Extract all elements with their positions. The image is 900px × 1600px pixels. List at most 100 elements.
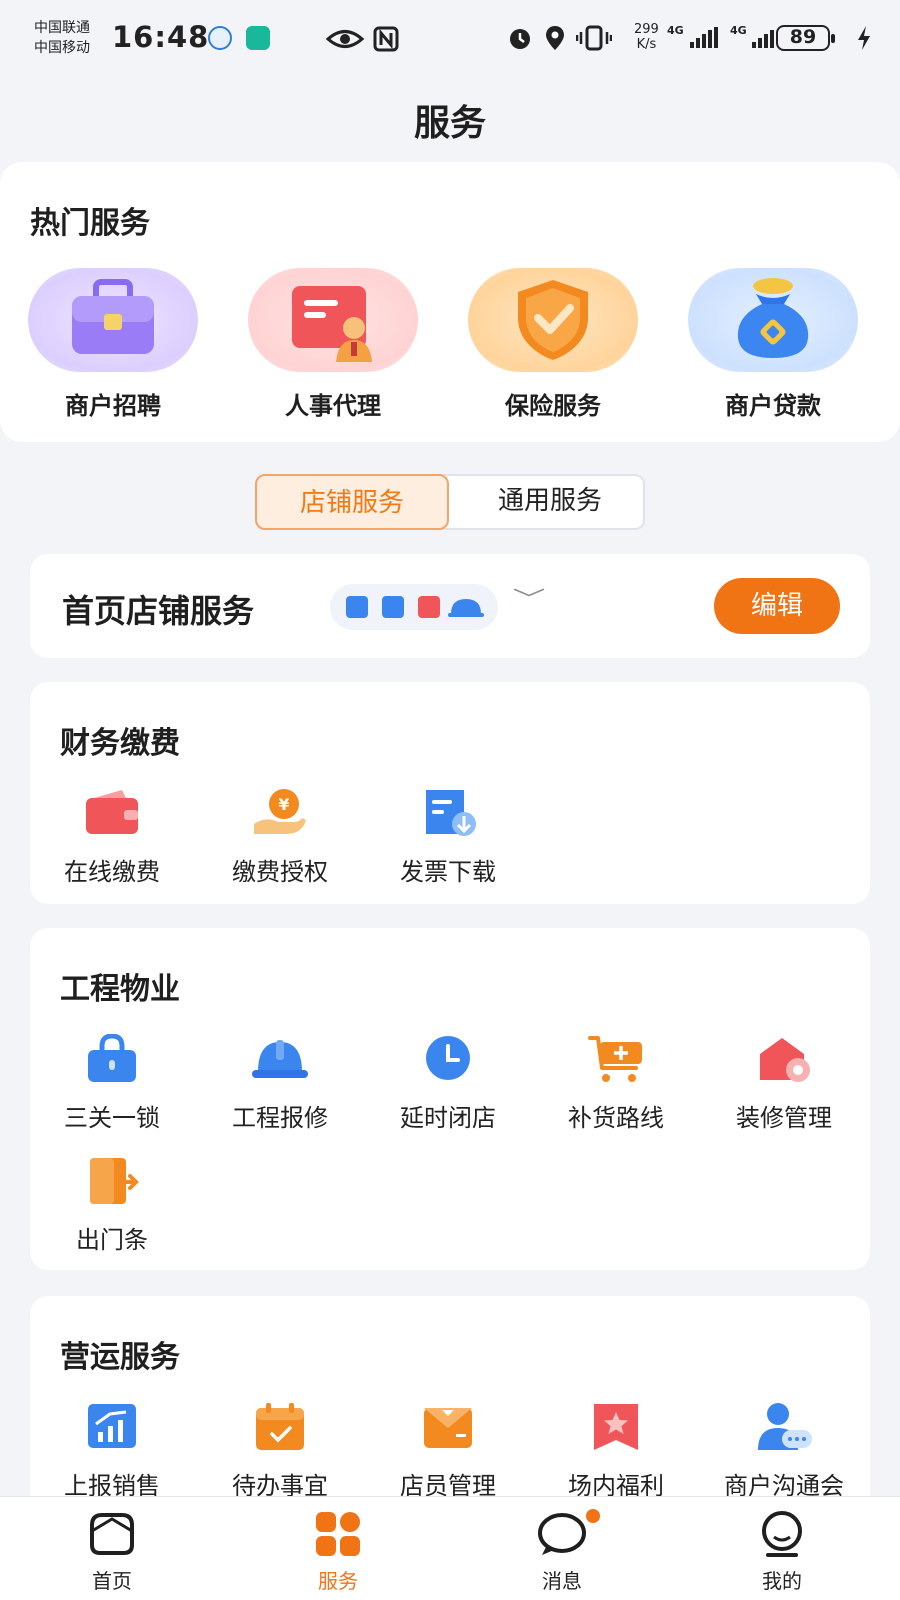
grid-item-merchant-meeting[interactable]: 商户沟通会 [704,1402,864,1502]
finance-card: 财务缴费 在线缴费 ¥ 缴费授权 发票下载 [30,682,870,904]
engineering-title: 工程物业 [60,972,180,1007]
chevron-down-icon[interactable]: ﹀ [512,582,545,614]
hot-service-label: 商户招聘 [65,392,161,420]
clock-icon [426,1036,470,1080]
battery-indicator: 89 [776,25,835,51]
charging-icon [858,26,870,50]
house-gear-icon [760,1038,810,1082]
hard-hat-icon [448,599,484,617]
chart-up-icon [88,1404,136,1448]
exit-door-icon [90,1158,139,1204]
tab-general-services[interactable]: 通用服务 [453,474,647,530]
notification-app-icon [208,26,232,50]
grid-item-label: 装修管理 [736,1104,832,1132]
home-icon [90,1513,134,1555]
id-card-icon [292,286,372,362]
hot-service-label: 人事代理 [285,392,381,420]
signal-bars-icon [690,27,718,48]
alarm-icon [510,29,530,49]
nav-label: 我的 [762,1569,802,1593]
svg-text:¥: ¥ [278,795,289,814]
grid-item-todo[interactable]: 待办事宜 [200,1402,360,1502]
grid-item-label: 补货路线 [568,1104,664,1132]
edit-button[interactable]: 编辑 [714,578,840,634]
hot-services-title: 热门服务 [30,206,150,241]
service-type-tabs: 店铺服务 通用服务 [255,474,645,530]
grid-item-online-payment[interactable]: 在线缴费 [32,788,192,888]
carrier-2: 中国移动 [34,40,90,56]
status-time: 16:48 [112,20,210,54]
grid-item-label: 三关一锁 [64,1104,160,1132]
cart-icon [588,1036,642,1082]
nav-label: 首页 [92,1569,132,1593]
page-title: 服务 [413,103,486,144]
money-bag-icon [737,278,809,358]
hot-service-insurance[interactable]: 保险服务 [468,268,638,420]
hot-service-label: 商户贷款 [725,392,821,420]
finance-title: 财务缴费 [60,726,180,761]
nav-item-services[interactable]: 服务 [268,1497,408,1600]
network-type-1: 4G [667,24,684,37]
home-shop-services-title: 首页店铺服务 [62,592,255,630]
unread-badge [584,1507,602,1525]
nav-item-profile[interactable]: 我的 [712,1497,852,1600]
star-ribbon-icon [594,1404,638,1450]
grid-item-repair-request[interactable]: 工程报修 [200,1034,360,1134]
pinned-services-preview[interactable] [330,584,498,630]
grid-item-label: 工程报修 [232,1104,328,1132]
lock-icon [88,1034,136,1082]
home-shop-services-card: 首页店铺服务 ﹀ 编辑 [30,554,870,658]
staff-icon [424,1408,472,1448]
hot-services-card: 热门服务 商户招聘 人事代理 保险服务 商户贷款 [0,162,900,442]
engineering-card: 工程物业 三关一锁 工程报修 延时闭店 补货路线 装修管理 出门条 [30,928,870,1270]
grid-item-renovation[interactable]: 装修管理 [704,1034,864,1134]
briefcase-icon [72,279,154,354]
user-chat-icon [758,1403,812,1450]
grid-item-payment-authorization[interactable]: ¥ 缴费授权 [200,788,360,888]
grid-item-restock-route[interactable]: 补货路线 [536,1034,696,1134]
hot-service-recruitment[interactable]: 商户招聘 [28,268,198,420]
grid-item-late-closing[interactable]: 延时闭店 [368,1034,528,1134]
carrier-1: 中国联通 [34,20,90,36]
grid-item-label: 在线缴费 [64,858,160,886]
vibrate-icon [576,25,612,51]
grid-item-exit-pass[interactable]: 出门条 [32,1156,192,1256]
grid-item-onsite-benefits[interactable]: 场内福利 [536,1402,696,1502]
signal-bars-icon [752,28,774,48]
grid-item-lock-check[interactable]: 三关一锁 [32,1034,192,1134]
grid-item-invoice-download[interactable]: 发票下载 [368,788,528,888]
nav-label: 服务 [318,1569,358,1593]
notification-app-icon [246,26,270,50]
grid-item-label: 延时闭店 [400,1104,496,1132]
operations-card: 营运服务 上报销售 待办事宜 店员管理 场内福利 商户沟通会 [30,1296,870,1526]
grid-item-staff-management[interactable]: 店员管理 [368,1402,528,1502]
wallet-icon [86,790,138,834]
nav-item-messages[interactable]: 消息 [492,1497,632,1600]
grid-item-label: 发票下载 [400,858,496,886]
speed-value: 299 [634,22,659,37]
hot-service-hr-agency[interactable]: 人事代理 [248,268,418,420]
bottom-navigation: 首页 服务 消息 我的 [0,1496,900,1600]
invoice-download-icon [426,790,476,836]
grid-item-report-sales[interactable]: 上报销售 [32,1402,192,1502]
location-icon [546,26,564,50]
network-speed: 299 K/s [634,22,659,52]
grid-apps-icon [316,1512,360,1556]
operations-title: 营运服务 [60,1340,180,1375]
nav-label: 消息 [542,1569,582,1593]
chart-up-icon [346,596,368,618]
tab-shop-services[interactable]: 店铺服务 [255,474,449,530]
shield-check-icon [518,280,588,360]
lock-icon [382,596,404,618]
hot-service-loan[interactable]: 商户贷款 [688,268,858,420]
grid-item-label: 缴费授权 [232,858,328,886]
network-type-2: 4G [730,24,747,37]
carrier-info: 中国联通 中国移动 [34,18,90,58]
status-bar: 中国联通 中国移动 16:48 299 K/s 4G 4G 89 [0,0,900,78]
calendar-icon [256,1403,304,1450]
nfc-icon [373,26,399,52]
nav-item-home[interactable]: 首页 [42,1497,182,1600]
flag-icon [418,596,440,618]
hard-hat-icon [252,1040,308,1078]
eye-icon [326,30,364,48]
